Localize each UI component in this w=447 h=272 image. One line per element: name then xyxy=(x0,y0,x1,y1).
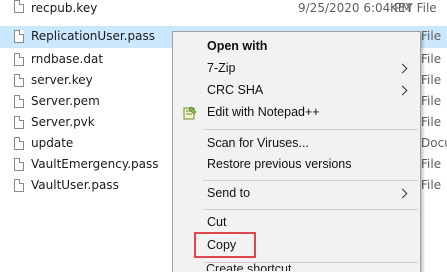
file-name: rndbase.dat xyxy=(31,52,104,66)
menu-item-label: Scan for Viruses... xyxy=(207,136,309,150)
menu-item-label: Edit with Notepad++ xyxy=(207,105,320,119)
menu-item-edit-notepad[interactable]: Edit with Notepad++ xyxy=(173,102,420,124)
file-icon xyxy=(14,95,24,108)
file-name: recpub.key xyxy=(31,1,98,15)
file-icon xyxy=(14,179,24,192)
file-type: KEY File xyxy=(390,1,437,15)
menu-item-label: CRC SHA xyxy=(207,83,264,97)
copy-highlight-annotation xyxy=(194,232,256,258)
file-type: File xyxy=(421,115,442,129)
menu-item-label: Restore previous versions xyxy=(207,157,352,171)
chevron-right-icon xyxy=(397,188,408,199)
menu-item-label: Create shortcut xyxy=(206,263,292,271)
file-icon xyxy=(14,0,24,13)
menu-item-label: 7-Zip xyxy=(207,61,236,75)
menu-item-7zip[interactable]: 7-Zip xyxy=(173,58,420,80)
file-name: Server.pvk xyxy=(31,115,95,129)
file-name: update xyxy=(31,136,74,150)
chevron-right-icon xyxy=(397,63,408,74)
file-row-recpub[interactable]: recpub.key 9/25/2020 6:04 PM KEY File xyxy=(0,0,447,22)
menu-separator xyxy=(203,209,418,210)
file-icon xyxy=(14,74,24,87)
menu-separator xyxy=(203,129,418,130)
file-icon xyxy=(14,53,24,66)
file-type: File xyxy=(421,73,442,87)
menu-item-crc-sha[interactable]: CRC SHA xyxy=(173,80,420,102)
menu-item-create-shortcut[interactable]: Create shortcut xyxy=(173,263,419,271)
file-type: File xyxy=(421,94,442,108)
file-type: File xyxy=(421,178,442,192)
file-name: Server.pem xyxy=(31,94,100,108)
menu-item-cut[interactable]: Cut xyxy=(173,212,420,234)
file-name: ReplicationUser.pass xyxy=(31,29,155,43)
menu-item-label: Send to xyxy=(207,186,251,200)
file-type: Docur xyxy=(421,136,447,150)
file-type: File xyxy=(421,52,442,66)
menu-item-label: Cut xyxy=(207,215,227,229)
menu-item-send-to[interactable]: Send to xyxy=(173,183,420,205)
file-icon xyxy=(14,137,24,150)
file-name: VaultEmergency.pass xyxy=(31,157,159,171)
file-icon xyxy=(14,30,24,43)
file-type: File xyxy=(421,157,442,171)
menu-separator xyxy=(203,180,418,181)
file-icon xyxy=(14,158,24,171)
notepad-plus-icon xyxy=(183,106,197,120)
menu-item-scan-viruses[interactable]: Scan for Viruses... xyxy=(173,133,420,155)
menu-item-restore-versions[interactable]: Restore previous versions xyxy=(173,154,420,176)
menu-item-label: Open with xyxy=(207,39,268,53)
file-type: File xyxy=(421,29,442,43)
file-name: server.key xyxy=(31,73,93,87)
menu-item-open-with[interactable]: Open with xyxy=(173,36,420,58)
file-icon xyxy=(14,116,24,129)
chevron-right-icon xyxy=(397,85,408,96)
file-name: VaultUser.pass xyxy=(31,178,119,192)
